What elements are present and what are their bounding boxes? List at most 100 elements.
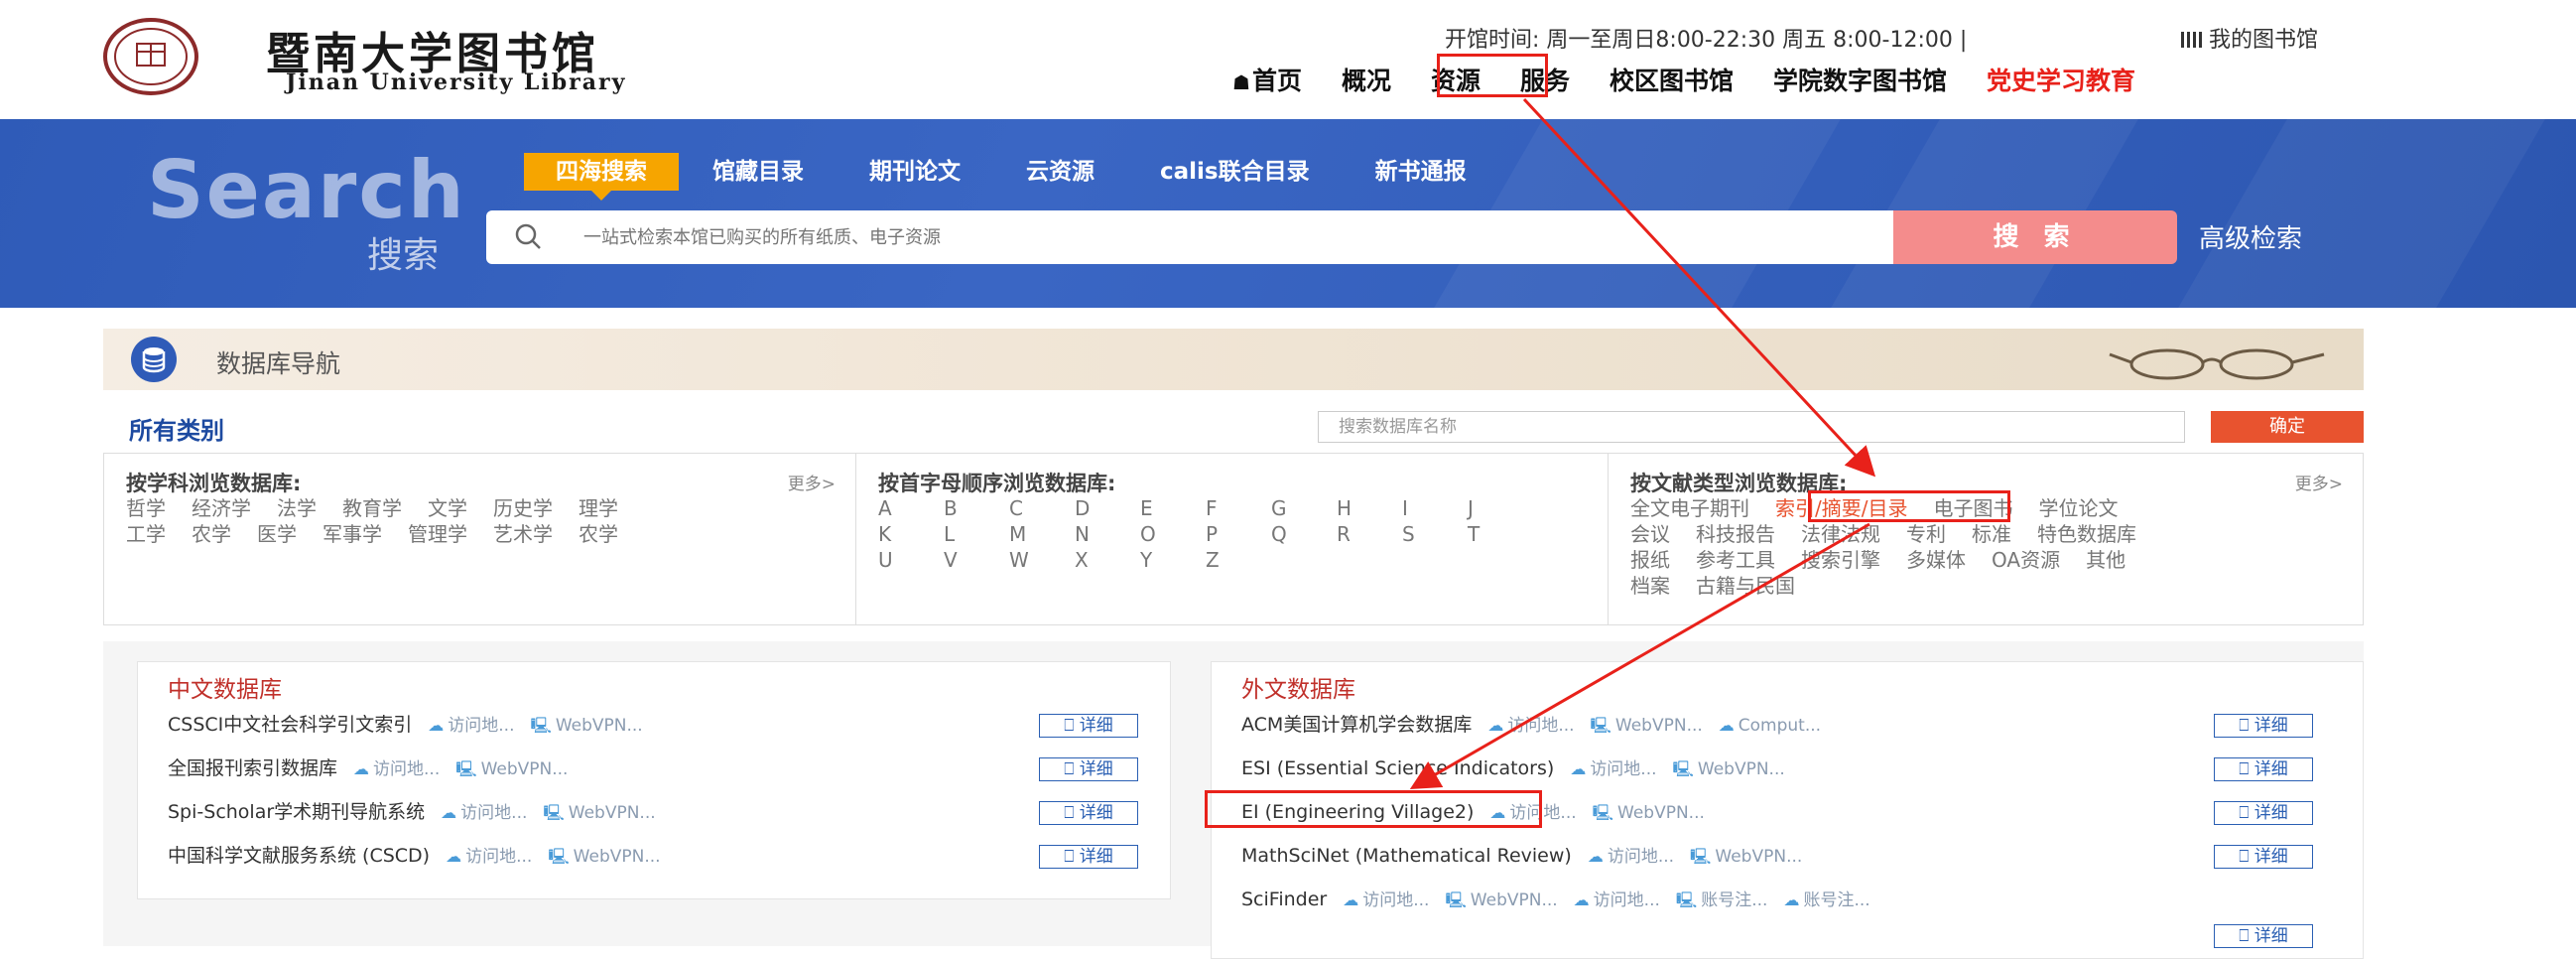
letter-item[interactable]: U xyxy=(878,547,944,573)
doctype-item[interactable]: 科技报告 xyxy=(1696,521,1775,547)
database-name[interactable]: MathSciNet (Mathematical Review) xyxy=(1241,839,1572,873)
letter-item[interactable]: V xyxy=(944,547,1009,573)
doctype-item[interactable]: 档案 xyxy=(1630,573,1670,599)
letter-item[interactable]: M xyxy=(1009,521,1075,547)
subject-item[interactable]: 法学 xyxy=(277,495,317,521)
tab-catalog[interactable]: 馆藏目录 xyxy=(681,153,836,191)
letter-item[interactable]: Y xyxy=(1140,547,1206,573)
letter-item[interactable]: N xyxy=(1075,521,1140,547)
letter-item[interactable]: T xyxy=(1468,521,1533,547)
nav-home[interactable]: ☗首页 xyxy=(1223,62,1312,101)
subject-item[interactable]: 经济学 xyxy=(192,495,251,521)
webvpn-link[interactable]: WebVPN... xyxy=(556,716,643,736)
doctype-item[interactable]: 特色数据库 xyxy=(2037,521,2136,547)
access-link[interactable]: 访问地... xyxy=(1362,890,1429,910)
database-search-input[interactable]: 搜索数据库名称 xyxy=(1318,411,2185,443)
account-link[interactable]: 账号注... xyxy=(1701,890,1767,910)
access-link[interactable]: 访问地... xyxy=(373,759,440,779)
letter-item[interactable]: J xyxy=(1468,495,1533,521)
webvpn-link[interactable]: WebVPN... xyxy=(1617,803,1705,823)
letter-item[interactable]: B xyxy=(944,495,1009,521)
access-link[interactable]: 访问地... xyxy=(460,803,527,823)
nav-campus-libraries[interactable]: 校区图书馆 xyxy=(1600,62,1743,101)
doctype-item[interactable]: 会议 xyxy=(1630,521,1670,547)
search-button[interactable]: 搜 索 xyxy=(1893,210,2177,264)
doctype-item[interactable]: 搜索引擎 xyxy=(1801,547,1880,573)
doctype-item[interactable]: 多媒体 xyxy=(1906,547,1966,573)
letter-item[interactable]: P xyxy=(1206,521,1271,547)
database-name[interactable]: 中国科学文献服务系统 (CSCD) xyxy=(168,839,430,873)
doctype-item[interactable]: OA资源 xyxy=(1992,547,2060,573)
database-name[interactable]: ACM美国计算机学会数据库 xyxy=(1241,708,1472,742)
letter-item[interactable]: E xyxy=(1140,495,1206,521)
access-link[interactable]: 访问地... xyxy=(1507,716,1574,736)
doctype-item[interactable]: 专利 xyxy=(1906,521,1946,547)
subject-item[interactable]: 理学 xyxy=(579,495,618,521)
detail-button[interactable]: ⎕ 详细 xyxy=(1039,714,1138,738)
detail-button[interactable]: ⎕ 详细 xyxy=(2214,757,2313,781)
search-input[interactable] xyxy=(583,210,1873,264)
letter-item[interactable]: W xyxy=(1009,547,1075,573)
access-link[interactable]: 访问地... xyxy=(1608,847,1674,867)
letter-item[interactable]: S xyxy=(1402,521,1468,547)
subject-item[interactable]: 农学 xyxy=(579,521,618,547)
letter-item[interactable]: D xyxy=(1075,495,1140,521)
webvpn-link[interactable]: WebVPN... xyxy=(574,847,661,867)
webvpn-link[interactable]: WebVPN... xyxy=(1698,759,1785,779)
access-link[interactable]: 访问地... xyxy=(465,847,532,867)
access-link[interactable]: 访问地... xyxy=(448,716,514,736)
subject-item[interactable]: 哲学 xyxy=(126,495,166,521)
letter-item[interactable]: L xyxy=(944,521,1009,547)
subject-item[interactable]: 文学 xyxy=(428,495,467,521)
subject-item[interactable]: 农学 xyxy=(192,521,231,547)
access-link[interactable]: 访问地... xyxy=(1594,890,1660,910)
doctype-item[interactable]: 全文电子期刊 xyxy=(1630,495,1749,521)
webvpn-link[interactable]: WebVPN... xyxy=(569,803,656,823)
doctype-item[interactable]: 学位论文 xyxy=(2038,495,2118,521)
doctype-item[interactable]: 参考工具 xyxy=(1696,547,1775,573)
university-seal-logo[interactable] xyxy=(103,18,198,95)
letter-item[interactable]: F xyxy=(1206,495,1271,521)
nav-overview[interactable]: 概况 xyxy=(1332,62,1401,101)
nav-party-history[interactable]: 党史学习教育 xyxy=(1977,62,2145,101)
detail-button[interactable]: ⎕ 详细 xyxy=(2214,924,2313,948)
doctype-item[interactable]: 古籍与民国 xyxy=(1696,573,1795,599)
doctype-item[interactable]: 报纸 xyxy=(1630,547,1670,573)
database-name[interactable]: 全国报刊索引数据库 xyxy=(168,752,337,785)
nav-college-digital-libraries[interactable]: 学院数字图书馆 xyxy=(1763,62,1957,101)
subject-item[interactable]: 军事学 xyxy=(322,521,382,547)
computer-link[interactable]: Comput... xyxy=(1739,716,1821,736)
letter-item[interactable]: I xyxy=(1402,495,1468,521)
letter-item[interactable]: O xyxy=(1140,521,1206,547)
webvpn-link[interactable]: WebVPN... xyxy=(1615,716,1703,736)
doctype-more-link[interactable]: 更多> xyxy=(2295,470,2343,494)
library-name-en[interactable]: Jinan University Library xyxy=(286,69,626,95)
database-name[interactable]: SciFinder xyxy=(1241,883,1327,916)
subject-item[interactable]: 工学 xyxy=(126,521,166,547)
detail-button[interactable]: ⎕ 详细 xyxy=(2214,845,2313,869)
subject-item[interactable]: 教育学 xyxy=(342,495,402,521)
confirm-button[interactable]: 确定 xyxy=(2211,411,2364,443)
webvpn-link[interactable]: WebVPN... xyxy=(481,759,569,779)
account-link[interactable]: 账号注... xyxy=(1803,890,1869,910)
tab-journals[interactable]: 期刊论文 xyxy=(837,153,992,191)
doctype-item[interactable]: 法律法规 xyxy=(1801,521,1880,547)
letter-item[interactable]: R xyxy=(1337,521,1402,547)
detail-button[interactable]: ⎕ 详细 xyxy=(1039,801,1138,825)
letter-item[interactable]: Z xyxy=(1206,547,1271,573)
letter-item[interactable]: A xyxy=(878,495,944,521)
doctype-item[interactable]: 标准 xyxy=(1972,521,2011,547)
subject-item[interactable]: 管理学 xyxy=(408,521,467,547)
subject-item[interactable]: 历史学 xyxy=(493,495,553,521)
subject-more-link[interactable]: 更多> xyxy=(788,470,836,494)
letter-item[interactable]: C xyxy=(1009,495,1075,521)
detail-button[interactable]: ⎕ 详细 xyxy=(2214,801,2313,825)
webvpn-link[interactable]: WebVPN... xyxy=(1471,890,1558,910)
detail-button[interactable]: ⎕ 详细 xyxy=(1039,757,1138,781)
subject-item[interactable]: 医学 xyxy=(257,521,297,547)
access-link[interactable]: 访问地... xyxy=(1590,759,1656,779)
letter-item[interactable]: X xyxy=(1075,547,1140,573)
doctype-item[interactable]: 其他 xyxy=(2086,547,2125,573)
advanced-search-link[interactable]: 高级检索 xyxy=(2199,218,2302,255)
tab-calis[interactable]: calis联合目录 xyxy=(1128,153,1342,191)
